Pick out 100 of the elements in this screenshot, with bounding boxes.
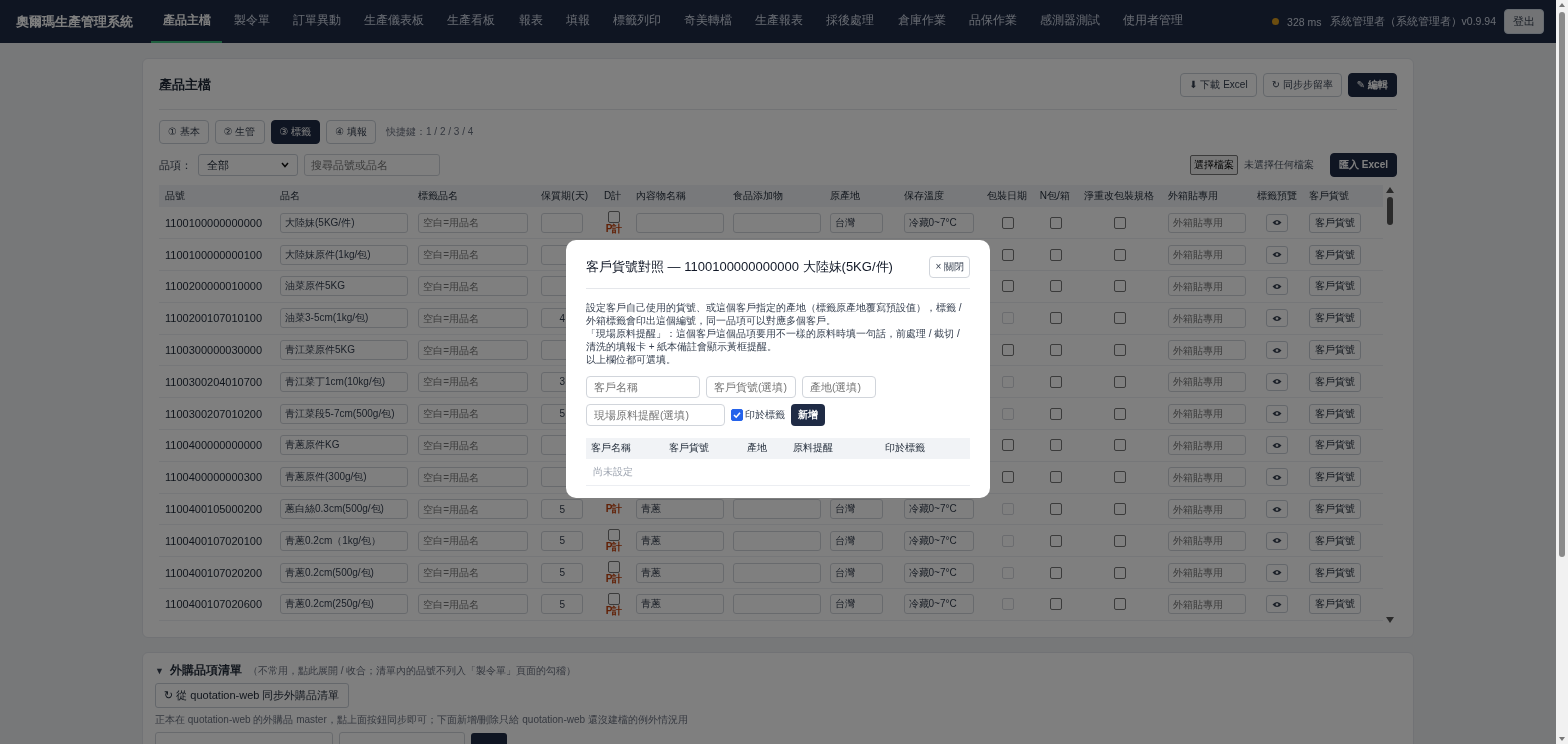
nav-tab[interactable]: 訂單異動 (281, 0, 353, 43)
description-text: 「現場原料提醒」：這個客戶這個品項要用不一樣的原料時填一句話，前處理 / 截切 / 清洗的填報卡 + 紙本備註會顯示黃框提醒。 (586, 327, 961, 353)
customer-code-button[interactable]: 客戶貨號 (1309, 594, 1362, 615)
action-button[interactable]: ↻ 同步步留率 (1262, 73, 1342, 97)
nav-tab[interactable]: 奇美轉檔 (672, 0, 744, 43)
customer-code-button[interactable]: 客戶貨號 (1309, 435, 1362, 456)
text-field[interactable]: 產地(選填) (802, 376, 876, 398)
temperature-field[interactable]: 冷藏0~7°C (903, 499, 974, 520)
outer-box-field[interactable]: 外箱貼專用 (1167, 530, 1246, 551)
shelf-life-field[interactable]: 5 (541, 530, 584, 551)
origin-field[interactable]: 台灣 (829, 530, 883, 551)
customer-code-button[interactable]: 客戶貨號 (1309, 212, 1362, 233)
nav-tab[interactable]: 採後處理 (814, 0, 887, 43)
customer-code-button[interactable]: 客戶貨號 (1309, 562, 1362, 583)
name-field[interactable]: 青江菜原件5KG (280, 340, 408, 361)
text-field[interactable]: 客戶貨號(選填) (706, 376, 796, 398)
name-field[interactable]: 蔥白絲0.3cm(500g/包) (280, 499, 408, 520)
step-tab[interactable]: ① 基本 (159, 120, 209, 144)
edit-button[interactable]: ✎ 編輯 (1347, 73, 1397, 97)
text-field[interactable]: 客戶名稱 (586, 376, 700, 398)
name-field[interactable]: 油菜原件5KG (280, 276, 408, 297)
customer-code-button[interactable]: 客戶貨號 (1309, 403, 1362, 424)
customer-code-button[interactable]: 客戶貨號 (1309, 276, 1362, 297)
step-tab[interactable]: ③ 標籤 (270, 120, 321, 144)
outer-box-field[interactable]: 外箱貼專用 (1167, 276, 1246, 297)
content-field[interactable]: 青蔥 (636, 530, 725, 551)
temperature-field[interactable]: 冷藏0~7°C (903, 562, 974, 583)
origin-field[interactable]: 台灣 (829, 594, 883, 615)
outer-box-field[interactable]: 外箱貼專用 (1167, 562, 1246, 583)
nav-tab[interactable]: 標籤列印 (601, 0, 673, 43)
column-header: 淨重改包裝規格 (1078, 185, 1162, 207)
origin-field[interactable]: 台灣 (829, 562, 883, 583)
description-text: 以上欄位都可選填。 (586, 353, 677, 366)
column-header: 內容物名稱 (630, 185, 728, 207)
content-field[interactable]: 青蔥 (636, 594, 725, 615)
shelf-life-field[interactable]: 5 (541, 562, 584, 583)
customer-code-button[interactable]: 客戶貨號 (1309, 530, 1362, 551)
outer-box-field[interactable]: 外箱貼專用 (1167, 499, 1246, 520)
outer-box-field[interactable]: 外箱貼專用 (1167, 212, 1246, 233)
choose-file-button[interactable]: 選擇檔案 (1190, 155, 1239, 175)
shelf-life-field[interactable]: 5 (541, 499, 584, 520)
name-field[interactable]: 青蔥0.2cm(250g/包) (280, 594, 408, 615)
search-field[interactable]: 搜尋品號或品名 (304, 154, 440, 176)
outer-box-field[interactable]: 外箱貼專用 (1167, 244, 1246, 265)
nav-tab[interactable]: 品保作業 (957, 0, 1029, 43)
nav-tab[interactable]: 產品主檔 (151, 0, 223, 43)
name-field[interactable]: 青蔥原件KG (280, 435, 408, 456)
outer-box-field[interactable]: 外箱貼專用 (1167, 371, 1246, 392)
nav-tab[interactable]: 倉庫作業 (886, 0, 958, 43)
outer-box-field[interactable]: 外箱貼專用 (1167, 308, 1246, 329)
temperature-field[interactable]: 冷藏0~7°C (903, 530, 974, 551)
outer-box-field[interactable]: 外箱貼專用 (1167, 340, 1246, 361)
name-field[interactable]: 油菜3-5cm(1kg/包) (280, 308, 408, 329)
action-button[interactable]: ⬇ 下載 Excel (1180, 73, 1257, 97)
step-tab[interactable]: ② 生管 (214, 120, 265, 144)
sync-button[interactable]: ↻ 從 quotation-web 同步外購品清單 (155, 683, 349, 708)
name-field[interactable]: 青蔥0.2cm（1kg/包） (280, 530, 408, 551)
outer-box-field[interactable]: 外箱貼專用 (1167, 467, 1246, 488)
nav-tab[interactable]: 使用者管理 (1111, 0, 1195, 43)
outer-box-field[interactable]: 外箱貼專用 (1167, 403, 1246, 424)
content-field[interactable]: 青蔥 (636, 499, 725, 520)
card-title: 產品主檔 (159, 76, 211, 94)
customer-code-button[interactable]: 客戶貨號 (1309, 499, 1362, 520)
content-field[interactable]: 青蔥 (636, 562, 725, 583)
name-field[interactable]: 青蔥0.2cm(500g/包) (280, 562, 408, 583)
customer-code-button[interactable]: 客戶貨號 (1309, 340, 1362, 361)
name-field[interactable]: 青江菜段5-7cm(500g/包) (280, 403, 408, 424)
add-button[interactable]: 新增 (791, 404, 825, 426)
name-field[interactable]: 大陸妹原件(1kg/包) (280, 244, 408, 265)
column-header: D計 (597, 185, 631, 207)
import-button[interactable]: 匯入 Excel (1330, 153, 1397, 177)
nav-tab[interactable]: 生產儀表板 (352, 0, 436, 43)
section-title[interactable]: 外購品項清單 (169, 663, 242, 678)
customer-code-button[interactable]: 客戶貨號 (1309, 467, 1362, 488)
shelf-life-field[interactable]: 5 (541, 594, 584, 615)
outer-box-field[interactable]: 外箱貼專用 (1167, 594, 1246, 615)
step-tab[interactable]: ④ 填報 (326, 120, 376, 144)
customer-code-button[interactable]: 客戶貨號 (1309, 308, 1362, 329)
customer-code-button[interactable]: 客戶貨號 (1309, 244, 1362, 265)
name-field[interactable]: 青蔥原件(300g/包) (280, 467, 408, 488)
customer-code-button[interactable]: 客戶貨號 (1309, 371, 1362, 392)
nav-tab[interactable]: 報表 (506, 0, 555, 43)
nav-tab[interactable]: 填報 (554, 0, 602, 43)
category-select[interactable]: 全部 (198, 154, 298, 176)
nav-tab[interactable]: 製令單 (222, 0, 282, 43)
origin-field[interactable]: 台灣 (829, 212, 883, 233)
close-button[interactable]: × 關閉 (929, 256, 970, 278)
text-field[interactable]: 現場原料提醒(選填) (586, 404, 725, 426)
name-field[interactable]: 青江菜丁1cm(10kg/包) (280, 371, 408, 392)
product-code: 1100400000000000 (165, 439, 263, 452)
outer-box-field[interactable]: 外箱貼專用 (1167, 435, 1246, 456)
nav-tab[interactable]: 感測器測試 (1028, 0, 1112, 43)
expand-toggle[interactable]: ▼ (155, 665, 164, 676)
temperature-field[interactable]: 冷藏0~7°C (903, 212, 974, 233)
name-field[interactable]: 大陸妹(5KG/件) (280, 212, 408, 233)
nav-tab[interactable]: 生產報表 (743, 0, 815, 43)
logout-button[interactable]: 登出 (1504, 9, 1544, 34)
nav-tab[interactable]: 生產看板 (435, 0, 507, 43)
temperature-field[interactable]: 冷藏0~7°C (903, 594, 974, 615)
origin-field[interactable]: 台灣 (829, 499, 883, 520)
